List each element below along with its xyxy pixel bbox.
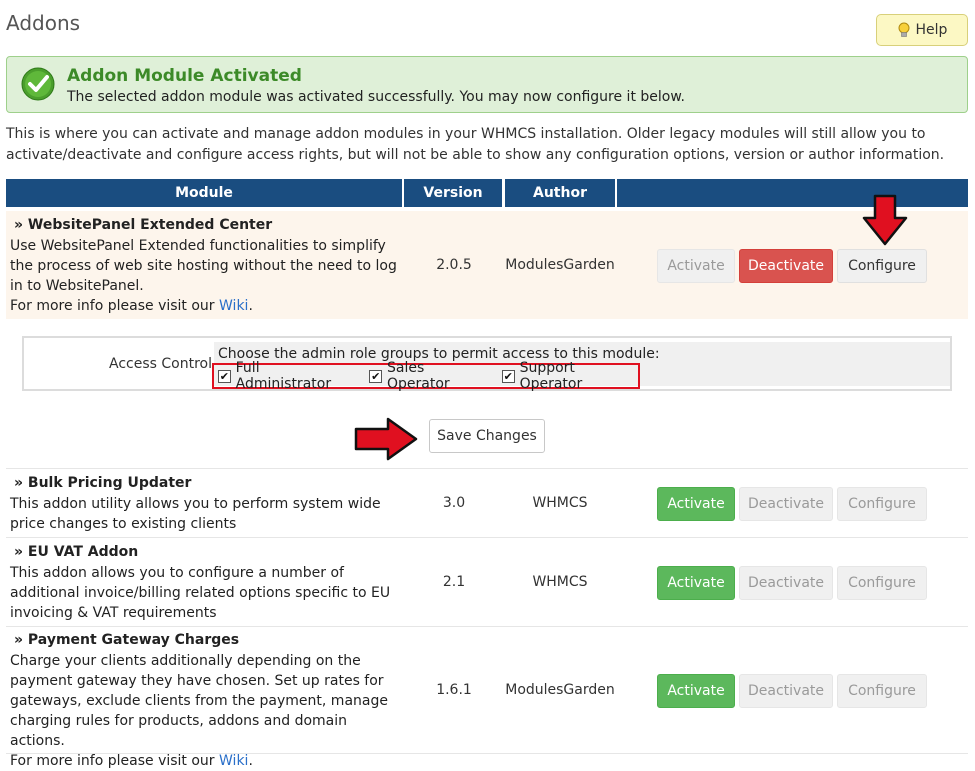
role-full-administrator[interactable]: ✔ Full Administrator bbox=[218, 360, 355, 392]
configure-button[interactable]: Configure bbox=[837, 487, 927, 521]
module-version: 2.0.5 bbox=[436, 257, 472, 273]
alert-title: Addon Module Activated bbox=[67, 66, 302, 86]
module-description: This addon utility allows you to perform… bbox=[10, 496, 381, 532]
configure-button[interactable]: Configure bbox=[837, 674, 927, 708]
role-label: Full Administrator bbox=[235, 360, 332, 392]
checkbox-sales-operator[interactable]: ✔ bbox=[369, 369, 383, 383]
page-title: Addons bbox=[6, 11, 81, 35]
checkbox-support-operator[interactable]: ✔ bbox=[501, 369, 515, 383]
module-author: ModulesGarden bbox=[505, 682, 615, 698]
deactivate-button[interactable]: Deactivate bbox=[739, 674, 833, 708]
header-actions bbox=[617, 179, 968, 207]
module-description-text: Use WebsitePanel Extended functionalitie… bbox=[10, 238, 397, 294]
more-info-prefix: For more info please visit our bbox=[10, 298, 220, 314]
access-control-label-cell: Access Control bbox=[24, 338, 214, 389]
help-label: Help bbox=[915, 22, 948, 38]
activate-button[interactable]: Activate bbox=[657, 249, 735, 283]
table-row: » Bulk Pricing Updater This addon utilit… bbox=[6, 468, 968, 537]
header-version: Version bbox=[404, 179, 502, 207]
module-description: Charge your clients additionally dependi… bbox=[10, 651, 402, 771]
module-description: This addon allows you to configure a num… bbox=[10, 565, 391, 621]
module-author: WHMCS bbox=[532, 495, 588, 511]
wiki-link[interactable]: Wiki bbox=[219, 753, 248, 769]
module-name: » EU VAT Addon bbox=[14, 544, 139, 560]
help-button[interactable]: Help bbox=[876, 14, 968, 46]
module-name: » WebsitePanel Extended Center bbox=[14, 217, 273, 233]
success-alert: Addon Module Activated The selected addo… bbox=[6, 56, 968, 113]
red-arrow-icon bbox=[862, 194, 908, 246]
role-label: Support Operator bbox=[519, 360, 583, 392]
access-control-label: Access Control bbox=[109, 356, 212, 372]
save-changes-button[interactable]: Save Changes bbox=[429, 419, 545, 453]
lightbulb-icon bbox=[898, 22, 910, 37]
role-checkboxes: ✔ Full Administrator ✔ Sales Operator ✔ … bbox=[212, 360, 640, 392]
role-label: Sales Operator bbox=[387, 360, 450, 392]
deactivate-button[interactable]: Deactivate bbox=[739, 487, 833, 521]
alert-message: The selected addon module was activated … bbox=[67, 89, 685, 105]
module-author: ModulesGarden bbox=[505, 257, 615, 273]
role-sales-operator[interactable]: ✔ Sales Operator bbox=[369, 360, 488, 392]
checkmark-circle-icon bbox=[21, 67, 55, 101]
more-info-prefix: For more info please visit our bbox=[10, 753, 220, 769]
role-support-operator[interactable]: ✔ Support Operator bbox=[501, 360, 638, 392]
deactivate-button[interactable]: Deactivate bbox=[739, 249, 833, 283]
module-version: 2.1 bbox=[442, 574, 466, 590]
configure-button[interactable]: Configure bbox=[837, 249, 927, 283]
table-row: » WebsitePanel Extended Center Use Websi… bbox=[6, 211, 968, 319]
activate-button[interactable]: Activate bbox=[657, 487, 735, 521]
configure-button[interactable]: Configure bbox=[837, 566, 927, 600]
more-info-suffix: . bbox=[248, 298, 253, 314]
table-row: » Payment Gateway Charges Charge your cl… bbox=[6, 626, 968, 769]
activate-button[interactable]: Activate bbox=[657, 566, 735, 600]
checkbox-full-administrator[interactable]: ✔ bbox=[218, 369, 231, 383]
module-description: Use WebsitePanel Extended functionalitie… bbox=[10, 236, 402, 316]
red-arrow-icon bbox=[354, 417, 418, 461]
module-version: 1.6.1 bbox=[436, 682, 472, 698]
module-author: WHMCS bbox=[532, 574, 588, 590]
header-author: Author bbox=[505, 179, 615, 207]
deactivate-button[interactable]: Deactivate bbox=[739, 566, 833, 600]
wiki-link[interactable]: Wiki bbox=[219, 298, 248, 314]
module-version: 3.0 bbox=[442, 495, 466, 511]
module-name: » Payment Gateway Charges bbox=[14, 632, 240, 648]
intro-text: This is where you can activate and manag… bbox=[6, 126, 945, 163]
module-name: » Bulk Pricing Updater bbox=[14, 475, 192, 491]
table-row: » EU VAT Addon This addon allows you to … bbox=[6, 537, 968, 626]
more-info-suffix: . bbox=[248, 753, 253, 769]
module-description-text: Charge your clients additionally dependi… bbox=[10, 653, 388, 749]
activate-button[interactable]: Activate bbox=[657, 674, 735, 708]
table-header: Module Version Author bbox=[6, 179, 968, 207]
header-module: Module bbox=[6, 179, 402, 207]
